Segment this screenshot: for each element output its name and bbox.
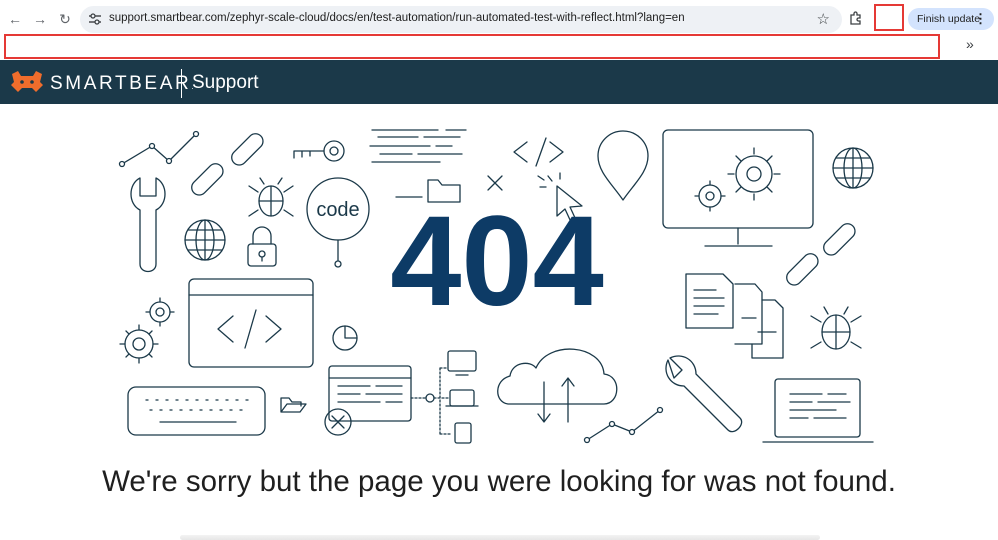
form-window-icon <box>324 365 412 436</box>
error-message: We're sorry but the page you were lookin… <box>102 465 896 498</box>
network-diagram-icon <box>410 350 479 444</box>
laptop-icon <box>762 378 874 443</box>
open-folder-icon <box>280 397 307 413</box>
documents-icon <box>685 273 784 359</box>
close-icon <box>487 175 503 191</box>
forward-icon[interactable]: → <box>31 10 49 28</box>
url-text[interactable]: support.smartbear.com/zephyr-scale-cloud… <box>109 12 685 24</box>
code-window-icon <box>188 278 314 368</box>
menu-kebab-icon[interactable]: ⋮ <box>974 8 987 30</box>
finish-update-button[interactable]: Finish update ⋮ <box>908 8 994 30</box>
bug-icon <box>810 306 862 350</box>
reload-icon[interactable]: ↻ <box>56 10 74 28</box>
keyboard-icon <box>127 386 266 436</box>
line-chart-icon <box>583 406 664 444</box>
line-chart-icon <box>118 130 200 168</box>
error-code: 404 <box>390 190 604 333</box>
pie-chart-icon <box>332 325 358 351</box>
back-icon[interactable]: ← <box>6 10 24 28</box>
cloud-transfer-icon <box>497 348 618 423</box>
text-lines-icon <box>369 129 467 163</box>
error-illustration: code 404 <box>118 129 874 444</box>
finish-update-label: Finish update <box>917 13 981 25</box>
extensions-icon[interactable] <box>848 10 864 26</box>
bug-icon <box>248 177 294 217</box>
section-title[interactable]: Support <box>192 72 259 94</box>
bookmarks-bar-highlighted <box>4 34 940 59</box>
site-header: SMARTBEAR. Support <box>0 60 998 104</box>
smartbear-logo-icon[interactable] <box>10 70 44 94</box>
chain-link-icon <box>786 223 856 286</box>
location-pin-icon <box>597 130 649 201</box>
bookmark-star-icon[interactable]: ☆ <box>817 10 830 28</box>
address-bar[interactable]: support.smartbear.com/zephyr-scale-cloud… <box>80 6 842 33</box>
monitor-settings-icon <box>662 129 814 247</box>
brand-name: SMARTBEAR <box>50 73 192 94</box>
header-divider <box>181 69 182 98</box>
brand-wordmark[interactable]: SMARTBEAR. <box>50 73 194 95</box>
code-brackets-icon <box>513 137 564 167</box>
code-label: code <box>316 199 359 221</box>
code-bubble-icon: code <box>306 177 370 268</box>
key-icon <box>293 140 345 162</box>
site-info-icon[interactable] <box>88 12 102 26</box>
gear-icon <box>119 297 175 364</box>
bookmarks-overflow-icon[interactable]: » <box>966 36 974 52</box>
globe-icon <box>832 147 874 189</box>
padlock-icon <box>247 226 277 267</box>
browser-toolbar: ← → ↻ support.smartbear.com/zephyr-scale… <box>0 0 998 60</box>
wrench-icon <box>130 177 166 273</box>
content-shadow <box>180 535 820 540</box>
globe-icon <box>184 219 226 261</box>
wrench-icon <box>665 355 743 433</box>
chain-link-icon <box>191 133 264 196</box>
profile-button-highlighted[interactable] <box>874 4 904 31</box>
